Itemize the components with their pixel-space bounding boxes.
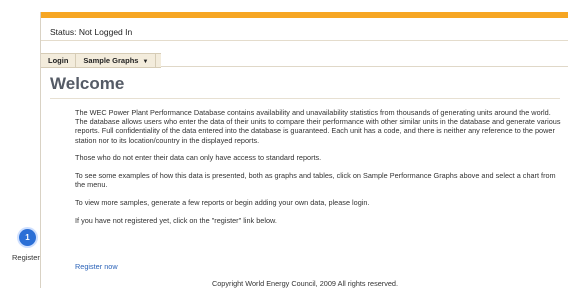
main-menu: Login Sample Graphs ▼	[41, 53, 161, 68]
page-title: Welcome	[50, 74, 125, 93]
title-divider	[50, 98, 560, 99]
page-frame: Status: Not Logged In Login Sample Graph…	[40, 12, 568, 288]
login-status: Status: Not Logged In	[41, 24, 568, 41]
menu-divider	[161, 66, 568, 67]
sample-graphs-menu[interactable]: Sample Graphs ▼	[76, 54, 157, 67]
step-callout-label: Register	[12, 253, 40, 262]
dropdown-caret-icon: ▼	[142, 59, 149, 65]
copyright-footer: Copyright World Energy Council, 2009 All…	[211, 279, 399, 288]
register-prompt-paragraph: If you have not registered yet, click on…	[75, 215, 277, 225]
login-prompt-paragraph: To view more samples, generate a few rep…	[75, 197, 370, 207]
step-number-badge: 1	[19, 229, 36, 246]
login-menu-item[interactable]: Login	[41, 54, 77, 67]
standard-reports-paragraph: Those who do not enter their data can on…	[75, 153, 322, 163]
welcome-content: The WEC Power Plant Performance Database…	[75, 108, 565, 226]
top-accent-bar	[41, 12, 568, 18]
sample-graphs-paragraph: To see some examples of how this data is…	[75, 171, 556, 190]
login-menu-label: Login	[48, 56, 69, 65]
register-now-link[interactable]: Register now	[75, 262, 118, 271]
sample-graphs-menu-label: Sample Graphs	[83, 56, 139, 65]
intro-paragraph: The WEC Power Plant Performance Database…	[75, 108, 561, 145]
